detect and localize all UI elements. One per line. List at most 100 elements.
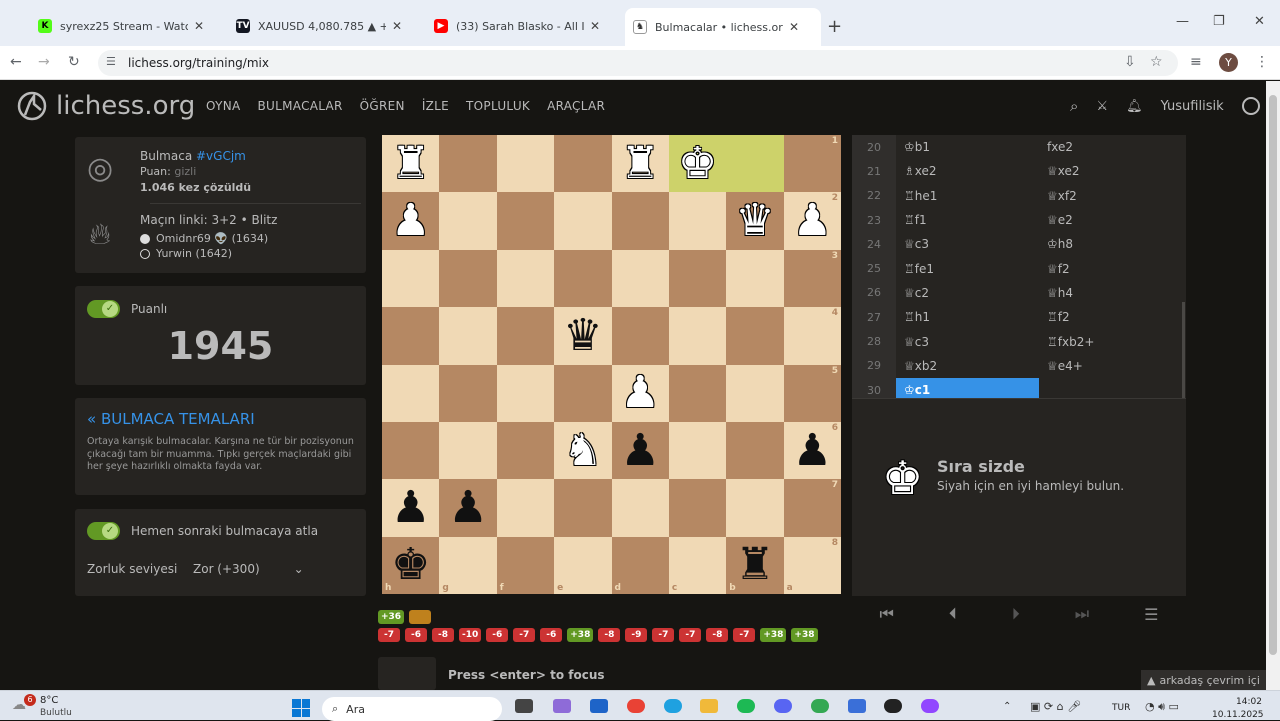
rated-toggle[interactable]	[87, 300, 120, 318]
board-square[interactable]	[726, 135, 784, 193]
black-pawn-icon[interactable]: ♟	[793, 428, 832, 473]
puzzle-result-chip[interactable]: -7	[733, 628, 756, 642]
clock-date[interactable]: 10.11.2025	[1212, 710, 1264, 720]
board-square[interactable]	[496, 421, 555, 480]
close-window-button[interactable]: ✕	[1254, 14, 1265, 29]
white-player[interactable]: Omidnr69 👽 (1634)	[156, 232, 268, 245]
board-square[interactable]: ♟	[382, 192, 440, 250]
reload-icon[interactable]: ↻	[68, 54, 80, 70]
black-move[interactable]: ♕f2	[1039, 256, 1182, 280]
discord-icon[interactable]	[774, 699, 792, 713]
black-move[interactable]: ♕e4+	[1039, 354, 1182, 378]
board-square[interactable]	[726, 249, 784, 308]
white-move[interactable]: ♔b1	[896, 135, 1039, 159]
white-move[interactable]: ♕c3	[896, 232, 1039, 256]
board-square[interactable]: ♟ 2	[783, 192, 841, 250]
bookmark-star-icon[interactable]: ☆	[1150, 54, 1163, 70]
puzzle-result-chip[interactable]: -10	[459, 628, 482, 642]
chrome-profile-icon[interactable]	[811, 699, 829, 713]
board-square[interactable]	[611, 307, 669, 365]
board-square[interactable]	[382, 307, 440, 365]
board-square[interactable]	[668, 192, 727, 250]
user-avatar-icon[interactable]	[1241, 97, 1260, 115]
puzzle-result-chip[interactable]: +38	[791, 628, 818, 642]
puzzle-result-chip[interactable]: -7	[378, 628, 400, 642]
black-move[interactable]: ♕e2	[1039, 208, 1182, 232]
tray-icons[interactable]: ▣ ⟳ ⌂ 🎤︎	[1030, 700, 1081, 713]
board-square[interactable]	[668, 249, 727, 308]
board-square[interactable]: ♟	[611, 421, 669, 480]
browser-tab-2[interactable]: TV XAUUSD 4,080.785 ▲ +1.99% A ✕	[228, 12, 426, 40]
board-square[interactable]	[611, 479, 669, 537]
browser-tab-3[interactable]: ▶ (33) Sarah Blasko - All I Wa ✕	[426, 12, 624, 40]
board-square[interactable]	[611, 249, 669, 308]
board-square[interactable]	[439, 307, 497, 365]
board-square[interactable]: 4	[783, 307, 841, 365]
black-move[interactable]: ♕xe2	[1039, 159, 1182, 183]
board-square[interactable]	[496, 192, 555, 250]
copilot-icon[interactable]	[553, 699, 571, 713]
app-icon[interactable]	[884, 699, 902, 713]
board-square[interactable]	[554, 249, 612, 308]
auto-next-toggle[interactable]	[87, 522, 120, 540]
white-move[interactable]: ♖h1	[896, 305, 1039, 329]
white-move[interactable]: ♕c3	[896, 329, 1039, 353]
board-square[interactable]: 5	[783, 364, 841, 422]
maximize-button[interactable]: ❐	[1213, 14, 1225, 29]
puzzle-result-chip[interactable]: +38	[760, 628, 787, 642]
start-icon[interactable]	[292, 699, 310, 717]
input-language[interactable]: TUR	[1112, 703, 1130, 713]
swords-icon[interactable]: ⚔	[1096, 99, 1108, 114]
notepad-icon[interactable]	[848, 699, 866, 713]
nav-tools[interactable]: ARAÇLAR	[547, 99, 605, 113]
puzzle-result-chip[interactable]: -6	[405, 628, 427, 642]
black-pawn-icon[interactable]: ♟	[391, 485, 430, 530]
board-square[interactable]	[496, 364, 555, 422]
install-icon[interactable]: ⇩	[1124, 54, 1136, 70]
board-square[interactable]	[439, 364, 497, 422]
white-rook-icon[interactable]: ♜	[620, 141, 659, 186]
board-square[interactable]: ♟	[439, 479, 497, 537]
board-square[interactable]	[496, 249, 555, 308]
board-square[interactable]: c	[668, 536, 727, 594]
board-square[interactable]	[496, 307, 555, 365]
close-tab-icon[interactable]: ✕	[789, 20, 799, 34]
board-square[interactable]	[726, 307, 784, 365]
black-move[interactable]: fxe2	[1039, 135, 1182, 159]
game-link[interactable]: Maçın linki: 3+2 • Blitz	[140, 213, 277, 227]
board-square[interactable]: ♞	[554, 421, 612, 480]
store-icon[interactable]	[590, 699, 608, 713]
puzzle-result-chip[interactable]: -7	[652, 628, 675, 642]
white-move[interactable]: ♔c1	[896, 377, 1039, 398]
board-square[interactable]: 7	[783, 479, 841, 537]
themes-link[interactable]: « BULMACA TEMALARI	[87, 410, 255, 428]
search-icon[interactable]: ⌕	[1070, 97, 1078, 115]
board-square[interactable]	[726, 479, 784, 537]
board-square[interactable]: ♟ 6	[783, 421, 841, 480]
back-icon[interactable]: ←	[10, 54, 22, 70]
black-move[interactable]: ♕h4	[1039, 281, 1182, 305]
url-field[interactable]: lichess.org/training/mix	[98, 50, 1178, 76]
board-square[interactable]: e	[554, 536, 612, 594]
chess-board[interactable]: ♜ ♜ ♚ 1 ♟ ♛ ♟ 2 3 ♛ 4 ♟ 5 ♞ ♟ ♟ 6 ♟ ♟ 7 ♚ h g f e d c ♜ b 8 a	[382, 135, 841, 594]
new-tab-button[interactable]: +	[827, 16, 842, 37]
board-square[interactable]: ♟	[611, 364, 669, 422]
board-square[interactable]: ♚	[668, 135, 727, 193]
board-square[interactable]: 3	[783, 249, 841, 308]
next-move-icon[interactable]: ⏵	[1012, 604, 1020, 624]
white-rook-icon[interactable]: ♜	[391, 141, 430, 186]
board-square[interactable]	[668, 307, 727, 365]
black-move[interactable]: ♖fxb2+	[1039, 329, 1182, 353]
bell-icon[interactable]: 🔔︎	[1126, 99, 1143, 114]
board-square[interactable]	[382, 249, 440, 308]
spotify-icon[interactable]	[737, 699, 755, 713]
chrome-icon[interactable]	[627, 699, 645, 713]
black-pawn-icon[interactable]: ♟	[620, 428, 659, 473]
board-square[interactable]: 1	[783, 135, 841, 193]
black-move[interactable]	[1039, 378, 1182, 398]
file-explorer-icon[interactable]	[700, 699, 718, 713]
black-rook-icon[interactable]: ♜	[735, 543, 774, 587]
puzzle-result-chip[interactable]: -7	[513, 628, 536, 642]
first-move-icon[interactable]: ⏮	[879, 604, 893, 624]
browser-tab-1[interactable]: K syrexz25 Stream - Watch Live o ✕	[30, 12, 228, 40]
